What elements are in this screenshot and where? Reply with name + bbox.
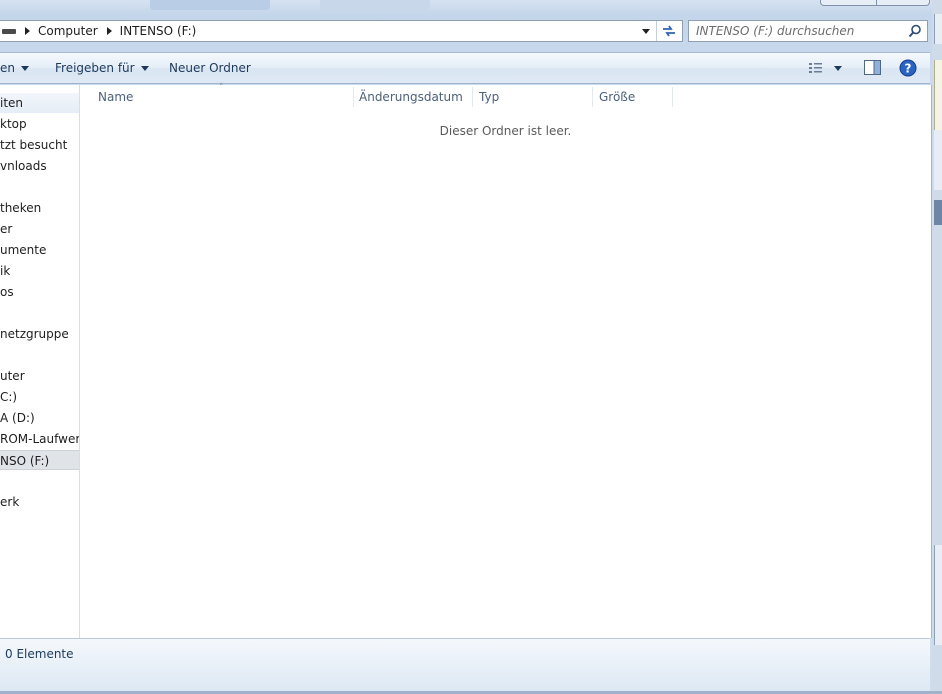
chevron-down-icon	[642, 28, 650, 34]
nav-item-music[interactable]: ik	[0, 261, 79, 281]
column-header-type[interactable]: Typ	[479, 85, 592, 109]
chevron-down-icon	[21, 65, 29, 71]
refresh-button[interactable]	[656, 21, 681, 41]
nav-item-recent-places[interactable]: tzt besucht	[0, 135, 79, 155]
column-divider[interactable]	[672, 87, 673, 107]
item-count: 0 Elemente	[5, 647, 74, 661]
nav-item-dvd-drive[interactable]: ROM-Laufwerk	[0, 429, 79, 449]
nav-item-downloads[interactable]: vnloads	[0, 156, 79, 176]
column-divider[interactable]	[353, 87, 354, 107]
nav-item-drive-c[interactable]: C:)	[0, 387, 79, 407]
column-divider[interactable]	[472, 87, 473, 107]
column-header-size[interactable]: Größe	[599, 85, 672, 109]
share-with-button[interactable]: Freigeben für	[55, 53, 149, 83]
change-view-button[interactable]	[808, 53, 842, 83]
nav-item-computer[interactable]: uter	[0, 366, 79, 386]
column-divider[interactable]	[592, 87, 593, 107]
address-bar[interactable]: Computer INTENSO (F:)	[0, 20, 683, 42]
nav-item-homegroup[interactable]: netzgruppe	[0, 324, 79, 344]
nav-item-network[interactable]: erk	[0, 492, 79, 512]
file-list[interactable]: ˄ Name Änderungsdatum Typ Größe Dieser O…	[80, 83, 931, 638]
svg-text:?: ?	[905, 62, 912, 76]
view-options-icon	[809, 63, 822, 73]
details-pane: 0 Elemente	[0, 638, 930, 691]
navigation-pane: iten ktop tzt besucht vnloads theken er …	[0, 85, 80, 638]
search-input[interactable]	[696, 22, 906, 40]
background-window-strip	[0, 0, 942, 14]
breadcrumb-intenso-drive[interactable]: INTENSO (F:)	[120, 24, 197, 38]
organize-button[interactable]: en	[0, 53, 29, 83]
nav-item-drive-d[interactable]: A (D:)	[0, 408, 79, 428]
background-window-edge	[932, 0, 942, 694]
nav-item-favorites[interactable]: iten	[0, 93, 79, 113]
address-row: Computer INTENSO (F:)	[0, 14, 930, 48]
background-tab	[150, 0, 270, 10]
drive-icon	[2, 28, 16, 34]
background-window-controls	[820, 0, 930, 6]
command-toolbar: en Freigeben für Neuer Ordner ?	[0, 52, 930, 84]
nav-item-intenso-drive[interactable]: NSO (F:)	[0, 450, 79, 470]
new-folder-button[interactable]: Neuer Ordner	[169, 53, 251, 83]
background-tab	[320, 0, 430, 10]
nav-item-libraries[interactable]: theken	[0, 198, 79, 218]
search-box[interactable]	[688, 20, 928, 42]
nav-item-documents[interactable]: umente	[0, 240, 79, 260]
chevron-down-icon	[140, 65, 149, 71]
refresh-icon	[663, 25, 675, 37]
share-with-label: Freigeben für	[55, 61, 135, 75]
nav-item-videos[interactable]: os	[0, 282, 79, 302]
breadcrumb-separator-icon[interactable]	[106, 27, 112, 35]
organize-label: en	[0, 61, 15, 75]
column-header-name[interactable]: Name	[98, 85, 353, 109]
chevron-down-icon[interactable]	[834, 65, 842, 71]
search-icon[interactable]	[908, 24, 922, 38]
help-icon[interactable]: ?	[899, 59, 917, 77]
column-header-date-modified[interactable]: Änderungsdatum	[359, 85, 472, 109]
breadcrumb-computer[interactable]: Computer	[38, 24, 98, 38]
breadcrumb-separator-icon[interactable]	[25, 27, 30, 35]
empty-folder-message: Dieser Ordner ist leer.	[439, 124, 572, 138]
new-folder-label: Neuer Ordner	[169, 61, 251, 75]
nav-item-desktop[interactable]: ktop	[0, 114, 79, 134]
address-history-dropdown[interactable]	[636, 21, 656, 41]
nav-item-pictures[interactable]: er	[0, 219, 79, 239]
preview-pane-icon[interactable]	[864, 60, 881, 75]
